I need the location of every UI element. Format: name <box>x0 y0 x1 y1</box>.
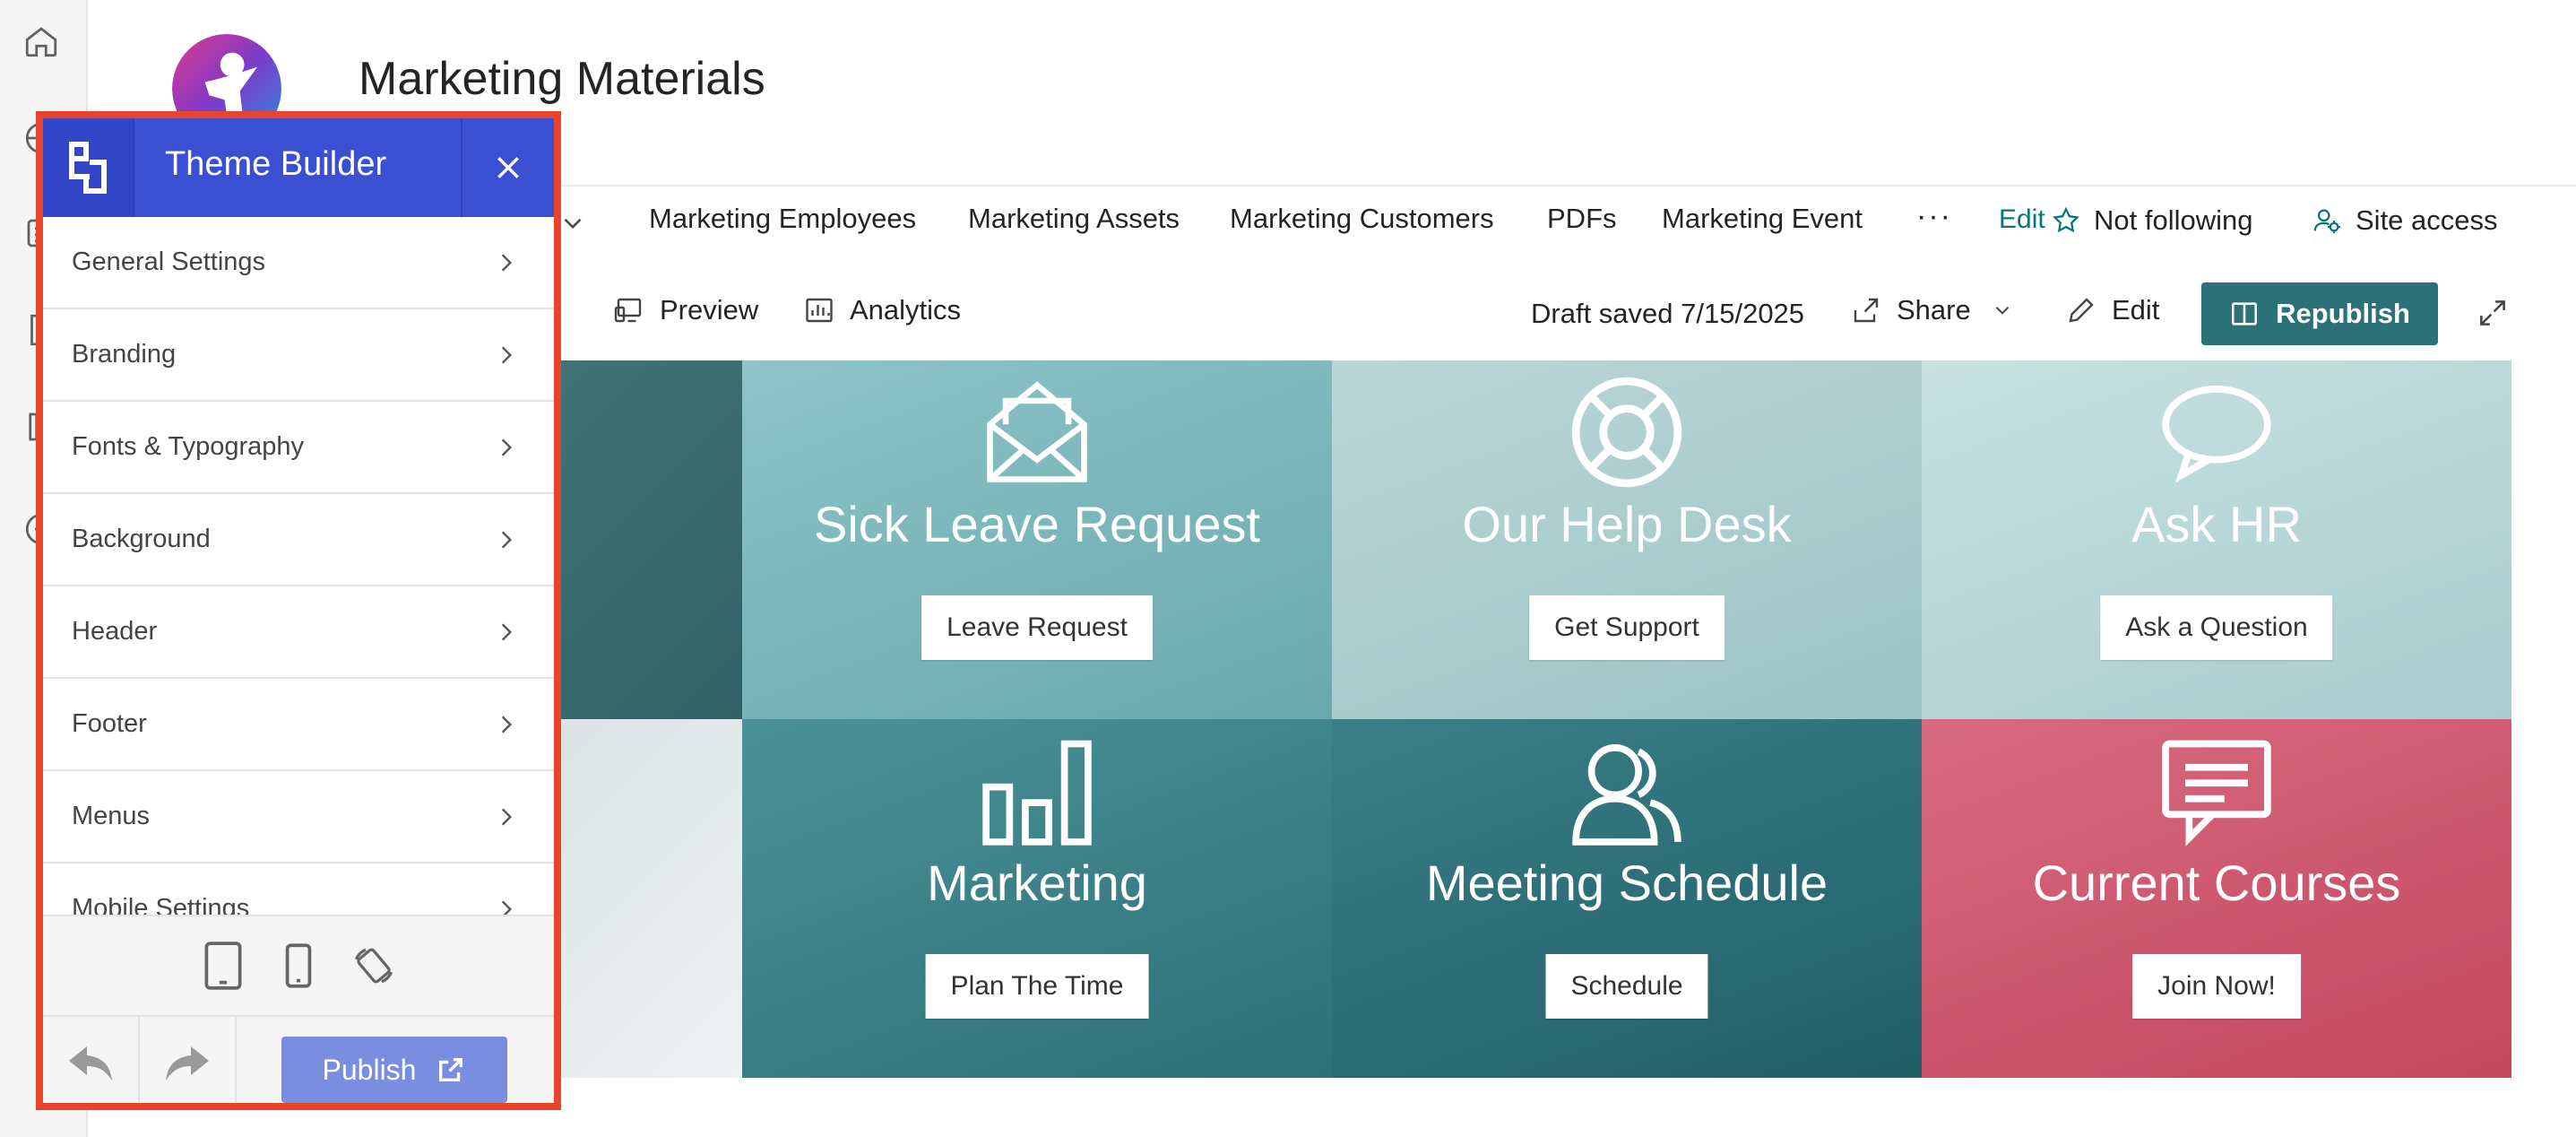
nav-item-marketing-event[interactable]: Marketing Event <box>1662 203 1863 235</box>
nav-item-marketing-customers[interactable]: Marketing Customers <box>1230 203 1494 235</box>
mobile-icon[interactable] <box>276 940 321 992</box>
tb-item-background[interactable]: Background <box>43 494 554 586</box>
star-icon <box>2053 206 2079 233</box>
tile-title: Current Courses <box>2032 855 2401 911</box>
lifebuoy-icon <box>1571 377 1682 488</box>
schedule-button[interactable]: Schedule <box>1545 954 1708 1019</box>
envelope-icon <box>987 381 1087 482</box>
site-title: Marketing Materials <box>359 53 765 105</box>
tile-help-desk[interactable]: Our Help Desk Get Support <box>1332 360 1922 719</box>
republish-label: Republish <box>2276 298 2410 329</box>
redo-button[interactable] <box>140 1017 237 1103</box>
analytics-button[interactable]: Analytics <box>803 294 961 326</box>
book-icon <box>2232 302 2258 325</box>
chevron-right-icon <box>501 530 513 549</box>
expand-icon[interactable] <box>2476 296 2510 330</box>
follow-label: Not following <box>2094 204 2253 236</box>
share-button[interactable]: Share <box>1850 294 2014 326</box>
preview-button[interactable]: Preview <box>613 294 758 326</box>
analytics-label: Analytics <box>850 294 962 325</box>
tile-title: Meeting Schedule <box>1425 855 1828 911</box>
site-access-button[interactable]: Site access <box>2312 204 2498 237</box>
undo-icon <box>69 1046 112 1081</box>
ask-question-button[interactable]: Ask a Question <box>2100 595 2333 660</box>
tile-sick-leave[interactable]: Sick Leave Request Leave Request <box>742 360 1332 719</box>
theme-builder-menu: General Settings Branding Fonts & Typogr… <box>43 217 554 1015</box>
tb-item-menus[interactable]: Menus <box>43 771 554 864</box>
chevron-down-icon <box>1995 307 2009 315</box>
publish-button[interactable]: Publish <box>281 1037 507 1103</box>
chevron-right-icon <box>501 438 513 456</box>
tb-item-label: Header <box>72 617 158 646</box>
theme-builder-panel: Theme Builder General Settings Branding … <box>36 111 561 1110</box>
tile-title: Marketing <box>927 855 1147 911</box>
close-icon[interactable] <box>461 118 554 217</box>
device-preview-bar <box>43 915 554 1015</box>
people-settings-icon <box>2313 209 2341 234</box>
publish-label: Publish <box>322 1053 417 1086</box>
tb-item-header[interactable]: Header <box>43 586 554 679</box>
chevron-right-icon <box>501 807 513 826</box>
tile-title: Sick Leave Request <box>813 496 1261 552</box>
theme-builder-title: Theme Builder <box>165 145 387 183</box>
redo-icon <box>166 1046 209 1081</box>
nav-item-pdfs[interactable]: PDFs <box>1547 203 1617 235</box>
tb-item-general-settings[interactable]: General Settings <box>43 217 554 309</box>
chevron-down-icon[interactable] <box>558 208 588 239</box>
home-icon[interactable] <box>20 20 63 63</box>
tablet-icon[interactable] <box>201 940 246 992</box>
tb-item-branding[interactable]: Branding <box>43 309 554 402</box>
preview-label: Preview <box>660 294 759 325</box>
chevron-right-icon <box>501 622 513 641</box>
tb-item-label: Fonts & Typography <box>72 432 305 461</box>
nav-edit-link[interactable]: Edit <box>1999 204 2045 235</box>
share-label: Share <box>1897 294 1971 325</box>
undo-button[interactable] <box>43 1017 140 1103</box>
draft-status: Draft saved 7/15/2025 <box>1531 298 1805 329</box>
external-link-icon <box>439 1057 463 1082</box>
tile-meeting-schedule[interactable]: Meeting Schedule Schedule <box>1332 719 1922 1078</box>
tile-ask-hr[interactable]: Ask HR Ask a Question <box>1922 360 2511 719</box>
republish-button[interactable]: Republish <box>2201 282 2438 345</box>
follow-button[interactable]: Not following <box>2051 204 2252 237</box>
edit-button[interactable]: Edit <box>2065 294 2159 326</box>
get-support-button[interactable]: Get Support <box>1529 595 1725 660</box>
theme-builder-footer: Publish <box>43 1015 554 1103</box>
analytics-icon <box>806 298 833 323</box>
tb-item-label: Background <box>72 525 211 553</box>
tb-item-label: Branding <box>72 340 177 369</box>
tb-item-fonts-typography[interactable]: Fonts & Typography <box>43 402 554 494</box>
tb-item-label: General Settings <box>72 247 266 276</box>
tb-item-label: Menus <box>72 802 151 830</box>
rotate-device-icon[interactable] <box>351 940 396 992</box>
message-icon <box>2162 740 2271 846</box>
tile-marketing[interactable]: Marketing Plan The Time <box>742 719 1332 1078</box>
nav-more-button[interactable]: ··· <box>1916 199 1952 234</box>
site-access-label: Site access <box>2356 204 2498 236</box>
speech-bubble-icon <box>2162 386 2271 483</box>
chevron-right-icon <box>501 253 513 272</box>
bar-chart-icon <box>982 740 1092 846</box>
share-icon <box>1854 298 1879 323</box>
people-icon <box>1572 744 1681 846</box>
chevron-right-icon <box>501 345 513 364</box>
tile-title: Ask HR <box>2131 496 2302 552</box>
theme-builder-logo-icon <box>43 118 134 217</box>
tb-item-footer[interactable]: Footer <box>43 679 554 771</box>
nav-item-marketing-assets[interactable]: Marketing Assets <box>968 203 1180 235</box>
join-now-button[interactable]: Join Now! <box>2132 954 2301 1019</box>
chevron-right-icon <box>501 715 513 733</box>
nav-item-marketing-employees[interactable]: Marketing Employees <box>649 203 916 235</box>
tb-item-label: Footer <box>72 709 147 738</box>
pencil-icon <box>2069 298 2094 323</box>
plan-the-time-button[interactable]: Plan The Time <box>925 954 1149 1019</box>
tile-current-courses[interactable]: Current Courses Join Now! <box>1922 719 2511 1078</box>
theme-builder-header: Theme Builder <box>43 118 554 217</box>
tile-title: Our Help Desk <box>1462 496 1792 552</box>
leave-request-button[interactable]: Leave Request <box>921 595 1153 660</box>
preview-icon <box>614 298 642 323</box>
edit-label: Edit <box>2112 294 2160 325</box>
